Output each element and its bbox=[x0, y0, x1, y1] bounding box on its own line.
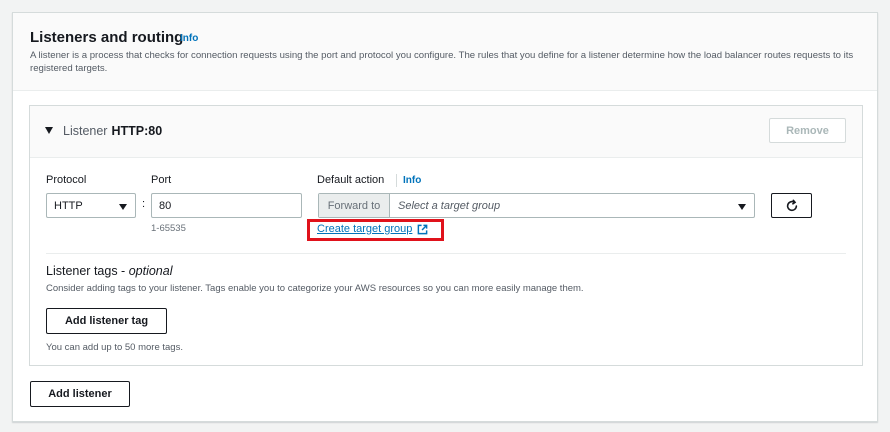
listener-tags-title: Listener tags - optional bbox=[46, 264, 172, 278]
protocol-select[interactable]: HTTP bbox=[46, 193, 136, 218]
divider bbox=[46, 253, 846, 254]
caret-down-icon[interactable] bbox=[45, 127, 53, 134]
refresh-icon bbox=[786, 199, 797, 211]
port-input[interactable] bbox=[151, 193, 302, 218]
listener-label: Listener bbox=[63, 124, 108, 138]
section-header: Listeners and routing Info A listener is… bbox=[13, 13, 877, 91]
remove-button[interactable]: Remove bbox=[769, 118, 846, 143]
listener-tags-description: Consider adding tags to your listener. T… bbox=[46, 283, 584, 294]
forward-to-label: Forward to bbox=[319, 194, 390, 217]
tags-title-optional: optional bbox=[128, 264, 173, 278]
add-listener-button[interactable]: Add listener bbox=[30, 381, 130, 407]
protocol-value: HTTP bbox=[54, 200, 83, 212]
tags-title-text: Listener tags - bbox=[46, 264, 129, 278]
listener-card-header[interactable]: Listener HTTP:80 Remove bbox=[30, 106, 862, 158]
port-hint: 1-65535 bbox=[151, 223, 186, 234]
tags-limit-hint: You can add up to 50 more tags. bbox=[46, 342, 183, 353]
section-title: Listeners and routing bbox=[30, 29, 184, 46]
target-group-placeholder: Select a target group bbox=[398, 200, 501, 212]
target-group-select[interactable]: Forward to Select a target group bbox=[318, 193, 755, 218]
default-action-info-link[interactable]: Info bbox=[403, 175, 421, 186]
protocol-label: Protocol bbox=[46, 174, 87, 186]
chevron-down-icon bbox=[738, 204, 746, 210]
add-listener-tag-button[interactable]: Add listener tag bbox=[46, 308, 167, 334]
listener-card: Listener HTTP:80 Remove Protocol Port Def… bbox=[29, 105, 863, 366]
listener-name: HTTP:80 bbox=[111, 124, 163, 138]
listener-title: Listener HTTP:80 bbox=[63, 124, 162, 138]
create-target-group-link[interactable]: Create target group bbox=[317, 223, 428, 235]
section-info-link[interactable]: Info bbox=[180, 33, 198, 44]
label-separator bbox=[396, 174, 397, 187]
create-target-group-text: Create target group bbox=[317, 223, 413, 235]
external-link-icon bbox=[418, 224, 428, 234]
refresh-button[interactable] bbox=[771, 193, 812, 218]
listeners-routing-section: Listeners and routing Info A listener is… bbox=[12, 12, 878, 422]
default-action-label: Default action bbox=[317, 174, 385, 186]
colon-separator: : bbox=[142, 198, 146, 210]
section-description: A listener is a process that checks for … bbox=[30, 50, 854, 74]
port-label: Port bbox=[151, 174, 172, 186]
chevron-down-icon bbox=[119, 204, 127, 210]
